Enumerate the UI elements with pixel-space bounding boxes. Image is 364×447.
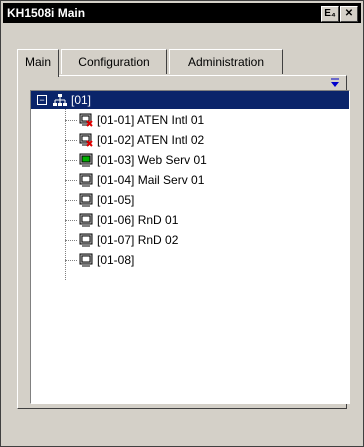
- minimize-icon[interactable]: E₄: [321, 6, 339, 22]
- tree-node[interactable]: [01-08]: [65, 250, 335, 270]
- tree-branch: [65, 160, 77, 161]
- tree-node-label: [01-06] RnD 01: [97, 213, 179, 227]
- tree-node-label: [01-08]: [97, 253, 135, 267]
- tree-node[interactable]: [01-04] Mail Serv 01: [65, 170, 335, 190]
- computer-error-icon: [79, 133, 93, 147]
- tree-node-label: [01-01] ATEN Intl 01: [97, 113, 205, 127]
- title-bar[interactable]: KH1508i Main E₄ ✕: [3, 3, 361, 23]
- tree-branch: [65, 220, 77, 221]
- close-icon[interactable]: ✕: [340, 6, 358, 22]
- main-panel: − [01] [01-01] ATEN Intl 01 [01-02] ATEN…: [17, 75, 350, 409]
- tree-node[interactable]: [01-05]: [65, 190, 335, 210]
- tree-root[interactable]: − [01]: [31, 91, 349, 109]
- tree-node-label: [01-05]: [97, 193, 135, 207]
- collapse-icon[interactable]: −: [37, 95, 47, 105]
- tree-root-label: [01]: [71, 93, 92, 107]
- tree-node[interactable]: [01-02] ATEN Intl 02: [65, 130, 335, 150]
- tree-node-label: [01-04] Mail Serv 01: [97, 173, 205, 187]
- computer-icon: [79, 253, 93, 267]
- tab-configuration[interactable]: Configuration: [61, 49, 167, 74]
- computer-icon: [79, 213, 93, 227]
- tree-node-label: [01-02] ATEN Intl 02: [97, 133, 205, 147]
- tree-branch: [65, 260, 77, 261]
- tree-node[interactable]: [01-03] Web Serv 01: [65, 150, 335, 170]
- tree-node[interactable]: [01-07] RnD 02: [65, 230, 335, 250]
- computer-error-icon: [79, 113, 93, 127]
- port-tree[interactable]: − [01] [01-01] ATEN Intl 01 [01-02] ATEN…: [30, 90, 350, 404]
- computer-icon: [79, 193, 93, 207]
- computer-icon: [79, 233, 93, 247]
- sort-icon[interactable]: [330, 78, 340, 88]
- computer-online-icon: [79, 153, 93, 167]
- network-icon: [53, 93, 67, 107]
- tree-branch: [65, 180, 77, 181]
- tab-main[interactable]: Main: [17, 49, 59, 77]
- tab-administration[interactable]: Administration: [169, 49, 283, 74]
- tree-branch: [65, 200, 77, 201]
- tree-branch: [65, 120, 77, 121]
- tree-node-label: [01-03] Web Serv 01: [97, 153, 207, 167]
- tree-node[interactable]: [01-01] ATEN Intl 01: [65, 110, 335, 130]
- tree-branch: [65, 240, 77, 241]
- tree-branch: [65, 140, 77, 141]
- window-title: KH1508i Main: [7, 6, 86, 20]
- tree-node-label: [01-07] RnD 02: [97, 233, 179, 247]
- main-window: KH1508i Main E₄ ✕ Main Configuration Adm…: [0, 0, 364, 447]
- tree-node[interactable]: [01-06] RnD 01: [65, 210, 335, 230]
- status-strip: [3, 430, 361, 444]
- computer-icon: [79, 173, 93, 187]
